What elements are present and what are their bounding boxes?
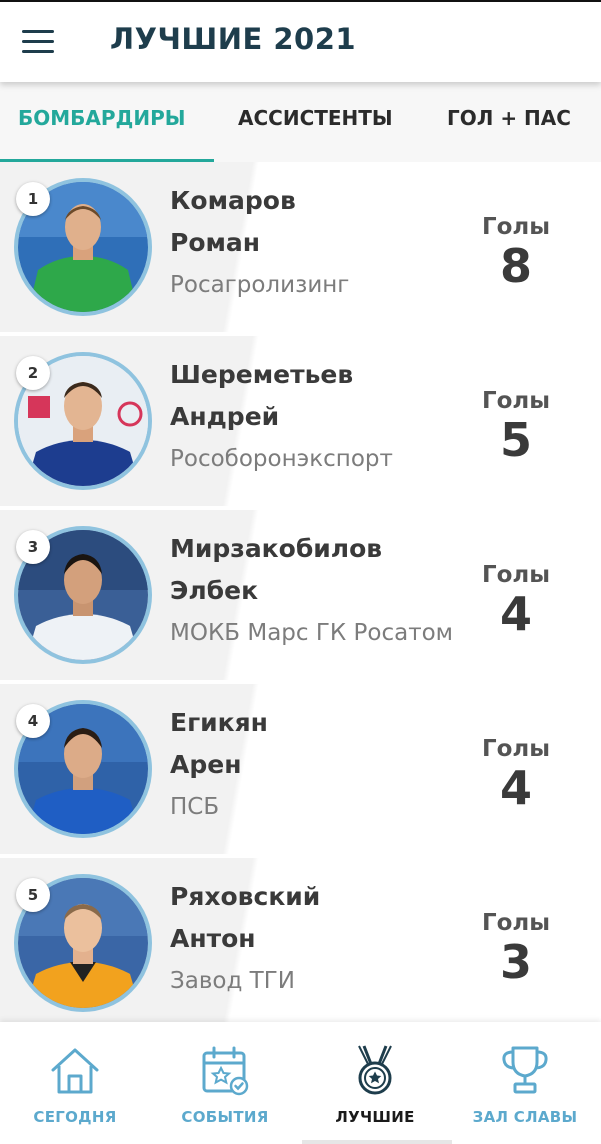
nav-today-label: СЕГОДНЯ [33,1108,117,1126]
leaderboard-list: 1 Комаров Роман Росагролизинг Голы 8 2 Ш… [0,162,601,1022]
player-row[interactable]: 3 Мирзакобилов Элбек МОКБ Марс ГК Росато… [0,510,601,680]
team-name: Рособоронэкспорт [170,446,393,472]
goals-value: 8 [499,239,532,293]
nav-hall-of-fame-label: ЗАЛ СЛАВЫ [472,1108,578,1126]
nav-hall-of-fame[interactable]: ЗАЛ СЛАВЫ [450,1022,600,1144]
avatar: 3 [14,526,152,664]
rank-badge: 2 [16,356,50,390]
tab-scorers[interactable]: БОМБАРДИРЫ [18,106,185,130]
goals-value: 5 [499,413,532,467]
tab-assists[interactable]: АССИСТЕНТЫ [238,106,393,130]
goals-value: 3 [499,935,532,989]
nav-today[interactable]: СЕГОДНЯ [0,1022,150,1144]
player-row[interactable]: 4 Егикян Арен ПСБ Голы 4 [0,684,601,854]
trophy-icon [502,1046,548,1094]
goals-label: Голы [481,562,551,588]
team-name: Завод ТГИ [170,968,295,994]
player-name: Ряховский Антон [170,882,321,953]
goals-value: 4 [499,761,532,815]
goals-value: 4 [499,587,532,641]
player-row[interactable]: 2 Шереметьев Андрей Рособоронэкспорт Гол… [0,336,601,506]
tab-goal-plus-pass[interactable]: ГОЛ + ПАС [447,106,571,130]
nav-best[interactable]: ЛУЧШИЕ [300,1022,450,1144]
tab-bar: БОМБАРДИРЫ АССИСТЕНТЫ ГОЛ + ПАС [0,82,601,162]
rank-badge: 3 [16,530,50,564]
page-title: ЛУЧШИЕ 2021 [110,22,357,56]
nav-best-label: ЛУЧШИЕ [335,1108,415,1126]
avatar: 1 [14,178,152,316]
active-tab-indicator [0,159,214,162]
app-header: ЛУЧШИЕ 2021 [0,0,601,82]
player-name: Шереметьев Андрей [170,360,354,431]
player-name: Егикян Арен [170,708,268,779]
player-name: Комаров Роман [170,186,296,257]
avatar: 5 [14,874,152,1012]
rank-badge: 5 [16,878,50,912]
bottom-navigation: СЕГОДНЯ СОБЫТИЯ ЛУЧШИЕ ЗАЛ СЛАВЫ [0,1022,601,1144]
player-name: Мирзакобилов Элбек [170,534,383,605]
avatar: 4 [14,700,152,838]
avatar: 2 [14,352,152,490]
player-row[interactable]: 5 Ряховский Антон Завод ТГИ Голы 3 [0,858,601,1022]
rank-badge: 1 [16,182,50,216]
goals-label: Голы [481,388,551,414]
team-name: ПСБ [170,794,220,820]
active-nav-indicator [302,1140,452,1144]
goals-label: Голы [481,910,551,936]
team-name: Росагролизинг [170,272,350,298]
hamburger-menu-icon[interactable] [22,30,54,56]
goals-label: Голы [481,736,551,762]
nav-events[interactable]: СОБЫТИЯ [150,1022,300,1144]
rank-badge: 4 [16,704,50,738]
nav-events-label: СОБЫТИЯ [181,1108,269,1126]
medal-icon [358,1045,392,1095]
player-row[interactable]: 1 Комаров Роман Росагролизинг Голы 8 [0,162,601,332]
calendar-star-icon [202,1046,249,1096]
team-name: МОКБ Марс ГК Росатом [170,620,454,646]
goals-label: Голы [481,214,551,240]
home-icon [51,1048,99,1094]
